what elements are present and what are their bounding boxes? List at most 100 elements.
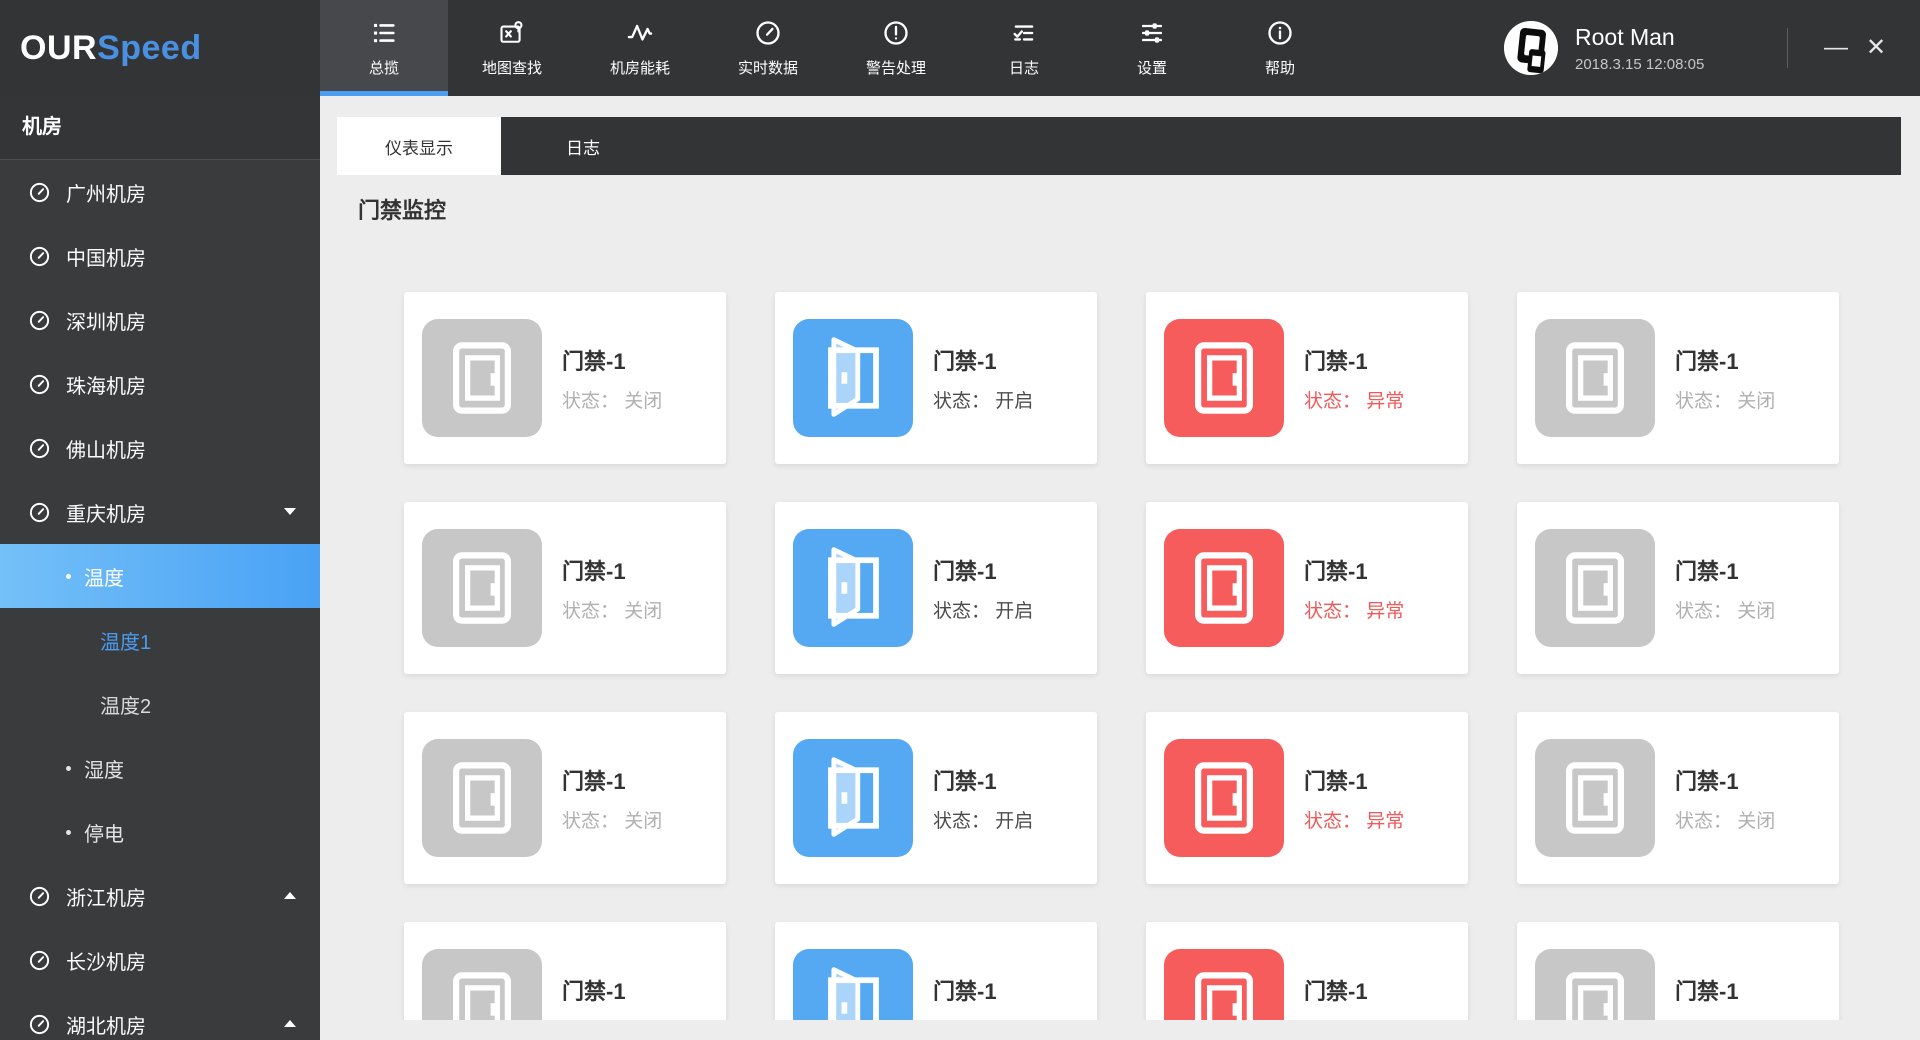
door-card-4[interactable]: 门禁-1 状态： 关闭 xyxy=(1517,292,1839,464)
card-title: 门禁-1 xyxy=(1675,978,1739,1004)
sliders-icon xyxy=(1138,19,1166,47)
sidebar-item-zhongguo[interactable]: 中国机房 xyxy=(0,224,320,288)
sidebar-item-power-outage[interactable]: 停电 xyxy=(0,800,320,864)
sidebar-item-shenzhen[interactable]: 深圳机房 xyxy=(0,288,320,352)
card-status: 状态： 开启 xyxy=(933,1016,1033,1021)
divider xyxy=(1787,28,1788,68)
sidebar-item-temperature[interactable]: 温度 xyxy=(0,544,320,608)
door-card-14[interactable]: 门禁-1 状态： 开启 xyxy=(775,922,1097,1020)
sidebar-room-list: 广州机房 中国机房 深圳机房 珠海机房 佛山机房 重庆机房 温度 温度1 温度2… xyxy=(0,160,320,1040)
card-status: 状态： 关闭 xyxy=(562,806,662,833)
app-logo: OURSpeed xyxy=(0,0,320,96)
close-button[interactable]: ✕ xyxy=(1856,24,1896,72)
user-area: Root Man 2018.3.15 12:08:05 — ✕ xyxy=(1504,0,1920,96)
door-closed-icon xyxy=(422,739,542,857)
status-label: 状态： xyxy=(562,600,620,622)
sidebar-item-zhejiang[interactable]: 浙江机房 xyxy=(0,864,320,928)
gauge-icon xyxy=(28,373,51,396)
card-status: 状态： 异常 xyxy=(1304,386,1404,413)
sidebar-item-label: 深圳机房 xyxy=(66,311,146,334)
sidebar-item-label: 湖北机房 xyxy=(66,1015,146,1038)
tab-log[interactable]: 日志 xyxy=(501,117,665,175)
card-status: 状态： 异常 xyxy=(1304,596,1404,623)
status-label: 状态： xyxy=(562,810,620,832)
door-card-12[interactable]: 门禁-1 状态： 关闭 xyxy=(1517,712,1839,884)
gauge-icon xyxy=(28,1013,51,1036)
nav-item-realtime[interactable]: 实时数据 xyxy=(704,0,832,96)
main-nav: 总揽 地图查找 机房能耗 实时数据 警告处理 日志 设置 帮助 xyxy=(320,0,1344,96)
tab-strip: 仪表显示 日志 xyxy=(337,117,1901,175)
card-title: 门禁-1 xyxy=(933,768,997,794)
tab-label: 日志 xyxy=(566,138,600,158)
tab-label: 仪表显示 xyxy=(385,138,453,158)
nav-item-alerts[interactable]: 警告处理 xyxy=(832,0,960,96)
user-avatar[interactable] xyxy=(1504,21,1558,75)
sidebar-item-label: 珠海机房 xyxy=(66,375,146,398)
sidebar-item-temperature-2[interactable]: 温度2 xyxy=(0,672,320,736)
gauge-icon xyxy=(28,309,51,332)
sidebar-header: 机房 xyxy=(0,96,320,160)
sidebar-item-changsha[interactable]: 长沙机房 xyxy=(0,928,320,992)
nav-item-energy[interactable]: 机房能耗 xyxy=(576,0,704,96)
status-label: 状态： xyxy=(933,810,991,832)
status-value: 异常 xyxy=(1366,600,1405,622)
nav-item-help[interactable]: 帮助 xyxy=(1216,0,1344,96)
sidebar-item-chongqing[interactable]: 重庆机房 xyxy=(0,480,320,544)
content-viewport: 仪表显示 日志 门禁监控 门禁-1 状态： 关闭 门禁-1 状态： 开启 门禁-… xyxy=(320,96,1920,1020)
card-status: 状态： 开启 xyxy=(933,806,1033,833)
gauge-icon xyxy=(28,949,51,972)
nav-item-overview[interactable]: 总揽 xyxy=(320,0,448,96)
card-status: 状态： 关闭 xyxy=(562,386,662,413)
nav-item-logs[interactable]: 日志 xyxy=(960,0,1088,96)
status-value: 异常 xyxy=(1366,390,1405,412)
door-card-8[interactable]: 门禁-1 状态： 关闭 xyxy=(1517,502,1839,674)
door-card-5[interactable]: 门禁-1 状态： 关闭 xyxy=(404,502,726,674)
door-closed-icon xyxy=(1535,319,1655,437)
sidebar-item-foshan[interactable]: 佛山机房 xyxy=(0,416,320,480)
door-card-7[interactable]: 门禁-1 状态： 异常 xyxy=(1146,502,1468,674)
minimize-button[interactable]: — xyxy=(1816,24,1856,72)
card-title: 门禁-1 xyxy=(933,558,997,584)
bullet-icon xyxy=(66,829,71,835)
logo-text-suffix: Speed xyxy=(97,28,202,67)
door-card-grid: 门禁-1 状态： 关闭 门禁-1 状态： 开启 门禁-1 状态： 异常 门禁-1… xyxy=(404,292,1920,1020)
card-title: 门禁-1 xyxy=(562,768,626,794)
card-title: 门禁-1 xyxy=(1304,348,1368,374)
door-card-3[interactable]: 门禁-1 状态： 异常 xyxy=(1146,292,1468,464)
card-status: 状态： 关闭 xyxy=(1675,596,1775,623)
log-icon xyxy=(1010,19,1038,47)
door-card-2[interactable]: 门禁-1 状态： 开启 xyxy=(775,292,1097,464)
door-closed-icon xyxy=(422,529,542,647)
nav-item-map-search[interactable]: 地图查找 xyxy=(448,0,576,96)
door-card-15[interactable]: 门禁-1 状态： 异常 xyxy=(1146,922,1468,1020)
door-card-1[interactable]: 门禁-1 状态： 关闭 xyxy=(404,292,726,464)
tab-gauge-display[interactable]: 仪表显示 xyxy=(337,117,501,175)
status-value: 关闭 xyxy=(624,390,663,412)
sidebar-item-label: 停电 xyxy=(84,823,124,846)
sidebar-item-hubei[interactable]: 湖北机房 xyxy=(0,992,320,1040)
card-title: 门禁-1 xyxy=(562,558,626,584)
avatar-glyph-icon xyxy=(1504,21,1558,75)
door-card-6[interactable]: 门禁-1 状态： 开启 xyxy=(775,502,1097,674)
door-card-16[interactable]: 门禁-1 状态： 关闭 xyxy=(1517,922,1839,1020)
door-card-11[interactable]: 门禁-1 状态： 异常 xyxy=(1146,712,1468,884)
door-card-13[interactable]: 门禁-1 状态： 关闭 xyxy=(404,922,726,1020)
sidebar-item-guangzhou[interactable]: 广州机房 xyxy=(0,160,320,224)
card-status: 状态： 关闭 xyxy=(1675,806,1775,833)
sidebar-item-label: 温度 xyxy=(84,567,124,590)
card-status: 状态： 关闭 xyxy=(562,1016,662,1021)
card-status: 状态： 异常 xyxy=(1304,1016,1404,1021)
status-value: 关闭 xyxy=(1737,600,1776,622)
bullet-icon xyxy=(66,573,71,579)
sidebar-item-zhuhai[interactable]: 珠海机房 xyxy=(0,352,320,416)
gauge-icon xyxy=(28,501,51,524)
nav-item-settings[interactable]: 设置 xyxy=(1088,0,1216,96)
gauge-icon xyxy=(28,245,51,268)
sidebar-item-temperature-1[interactable]: 温度1 xyxy=(0,608,320,672)
door-card-10[interactable]: 门禁-1 状态： 开启 xyxy=(775,712,1097,884)
door-card-9[interactable]: 门禁-1 状态： 关闭 xyxy=(404,712,726,884)
sidebar-item-label: 温度1 xyxy=(100,631,152,654)
door-open-icon xyxy=(793,319,913,437)
card-title: 门禁-1 xyxy=(933,978,997,1004)
sidebar-item-humidity[interactable]: 湿度 xyxy=(0,736,320,800)
